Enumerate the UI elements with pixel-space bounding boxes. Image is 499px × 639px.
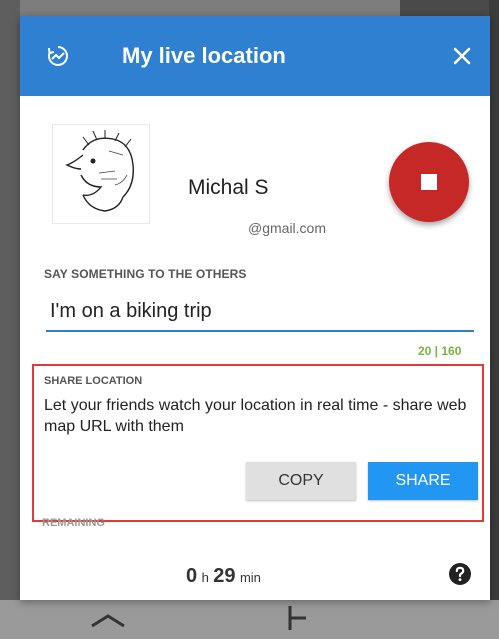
remaining-hours-unit: h (201, 570, 209, 585)
share-location-section: SHARE LOCATION Let your friends watch yo… (32, 364, 484, 522)
background-app-left (0, 0, 20, 639)
background-map-glyphs (91, 606, 306, 630)
background-app-bottom (0, 600, 499, 639)
character-counter: 20 | 160 (418, 344, 462, 358)
dialog-header: My live location (20, 16, 490, 96)
share-location-description: Let your friends watch your location in … (44, 397, 467, 435)
remaining-label: REMAINING (42, 517, 105, 529)
close-icon[interactable] (450, 44, 474, 68)
remaining-minutes: 29 (213, 565, 236, 587)
background-app-top (0, 0, 499, 16)
copy-button[interactable]: COPY (246, 462, 356, 500)
share-button[interactable]: SHARE (368, 462, 478, 500)
stop-sharing-button[interactable] (389, 142, 469, 222)
background-app-right (489, 0, 499, 639)
user-email: @gmail.com (248, 220, 327, 236)
background-app-top-light (0, 0, 400, 16)
message-input[interactable] (46, 296, 474, 332)
remaining-hours: 0 (186, 565, 198, 587)
help-icon[interactable] (448, 562, 472, 586)
message-label: SAY SOMETHING TO THE OTHERS (44, 267, 247, 281)
live-location-icon (48, 46, 68, 66)
remaining-minutes-unit: min (239, 570, 261, 585)
share-location-label: SHARE LOCATION (44, 375, 143, 387)
remaining-time: 0 h 29 min (186, 565, 261, 588)
stop-icon (421, 174, 437, 190)
dialog-title: My live location (122, 43, 286, 68)
avatar (52, 124, 150, 224)
avatar-sketch (65, 130, 134, 212)
user-name: Michal S (188, 176, 269, 199)
live-location-dialog: My live location Michal S @gmail.com SAY… (20, 16, 490, 600)
